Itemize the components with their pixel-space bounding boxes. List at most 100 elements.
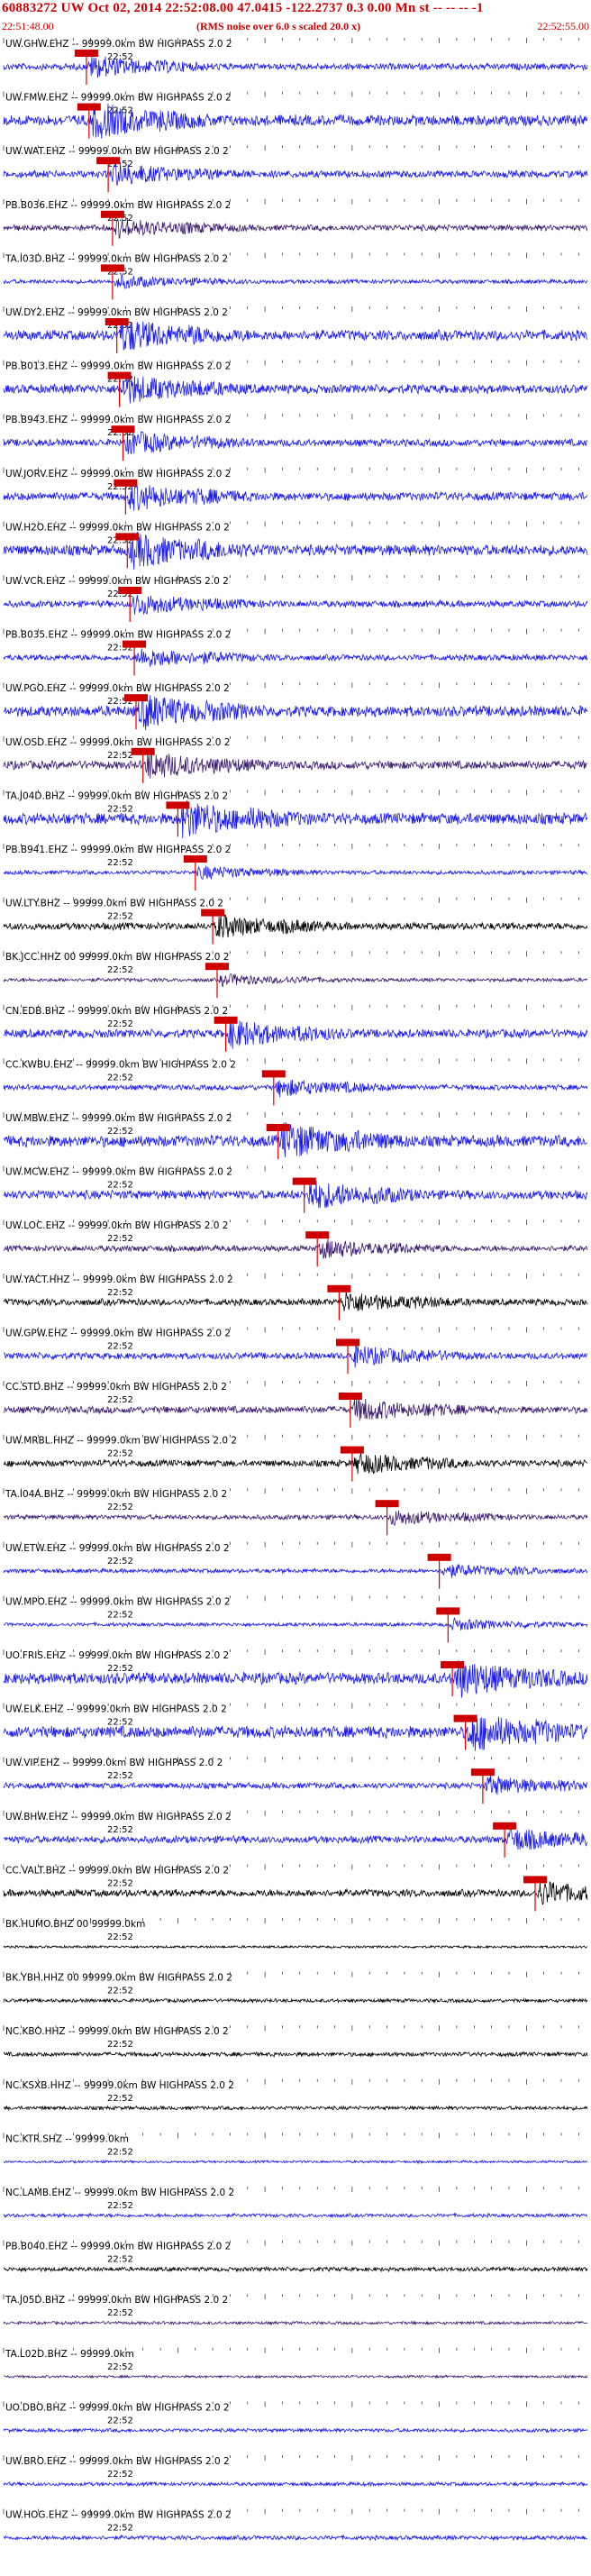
trace-row: TA.I03D.BHZ -- 99999.0km BW HIGHPASS 2.0… (3, 252, 588, 300)
minute-tick-label: 22:52 (107, 912, 133, 922)
trace-row: UW.DY2.EHZ -- 99999.0km BW HIGHPASS 2.0 … (3, 306, 588, 353)
trace-row: UO.DBO.BHZ -- 99999.0km BW HIGHPASS 2.0 … (3, 2401, 588, 2434)
trace-label: UW.GHW.EHZ -- 99999.0km BW HIGHPASS 2.0 … (5, 39, 232, 50)
trace-row: UW.PGO.EHZ -- 99999.0km BW HIGHPASS 2.0 … (3, 682, 588, 730)
waveform-line (3, 375, 588, 404)
trace-label: UW.OSD.EHZ -- 99999.0km BW HIGHPASS 2.0 … (5, 737, 230, 748)
minute-tick-label: 22:52 (107, 1019, 133, 1029)
trace-label: NC.KSXB.HHZ -- 99999.0km BW HIGHPASS 2.0… (5, 2080, 234, 2091)
waveform-line (3, 1079, 588, 1098)
seismogram-plot: UW.GHW.EHZ -- 99999.0km BW HIGHPASS 2.0 … (3, 38, 588, 2542)
trace-label: UW.PGO.EHZ -- 99999.0km BW HIGHPASS 2.0 … (5, 683, 230, 694)
trace-row: TA.I04A.BHZ -- 99999.0km BW HIGHPASS 2.0… (3, 1488, 588, 1536)
trace-label: BK.HUMO.BHZ 00 99999.0km (5, 1919, 145, 1930)
waveform-line (3, 1344, 588, 1368)
trace-row: PB.B013.EHZ -- 99999.0km BW HIGHPASS 2.0… (3, 360, 588, 407)
trace-label: UW.MPO.EHZ -- 99999.0km BW HIGHPASS 2.0 … (5, 1596, 231, 1607)
minute-tick-label: 22:52 (107, 2416, 133, 2425)
waveform-line (3, 799, 588, 838)
waveform-line (3, 2426, 588, 2434)
trace-row: UW.FMW.EHZ -- 99999.0km BW HIGHPASS 2.0 … (3, 91, 588, 139)
waveform-line (3, 431, 588, 455)
trace-label: UW.H2O.EHZ -- 99999.0km BW HIGHPASS 2.0 … (5, 522, 230, 533)
trace-label: PB.B040.EHZ -- 99999.0km BW HIGHPASS 2.0… (5, 2242, 231, 2252)
trace-row: TA.J05D.BHZ -- 99999.0km BW HIGHPASS 2.0… (3, 2294, 588, 2326)
waveform-line (3, 2051, 588, 2058)
minute-tick-label: 22:52 (107, 1127, 133, 1137)
minute-tick-label: 22:52 (107, 2524, 133, 2534)
minute-tick-label: 22:52 (107, 2255, 133, 2265)
minute-tick-label: 22:52 (107, 2094, 133, 2104)
minute-tick-label: 22:52 (107, 1073, 133, 1082)
trace-label: PB.B943.EHZ -- 99999.0km BW HIGHPASS 2.0… (5, 415, 231, 425)
trace-row: PB.B036.EHZ -- 99999.0km BW HIGHPASS 2.0… (3, 198, 588, 246)
trace-label: UW.LOC.EHZ -- 99999.0km BW HIGHPASS 2.0 … (5, 1220, 228, 1231)
waveform-line (3, 55, 588, 78)
trace-row: UW.BRO.EHZ -- 99999.0km BW HIGHPASS 2.0 … (3, 2455, 588, 2488)
waveform-line (3, 1397, 588, 1421)
trace-label: UO.DBO.BHZ -- 99999.0km BW HIGHPASS 2.0 … (5, 2402, 230, 2413)
trace-row: UW.MRBL.HHZ -- 99999.0km BW HIGHPASS 2.0… (3, 1434, 588, 1482)
minute-tick-label: 22:52 (107, 1449, 133, 1459)
trace-label: NC.LAMB.EHZ -- 99999.0km BW HIGHPASS 2.0… (5, 2188, 234, 2198)
trace-row: UW.LOC.EHZ -- 99999.0km BW HIGHPASS 2.0 … (3, 1219, 588, 1267)
waveform-line (3, 272, 588, 289)
trace-row: UW.H2O.EHZ -- 99999.0km BW HIGHPASS 2.0 … (3, 521, 588, 571)
trace-row: UW.ETW.EHZ -- 99999.0km BW HIGHPASS 2.0 … (3, 1541, 588, 1589)
minute-tick-label: 22:52 (107, 52, 133, 62)
minute-tick-label: 22:52 (107, 804, 133, 814)
trace-label: TA.L02D.BHZ -- 99999.0km (5, 2349, 134, 2360)
waveform-line (3, 2534, 588, 2542)
minute-tick-label: 22:52 (107, 965, 133, 975)
waveform-line (3, 2320, 588, 2326)
waveform-line (3, 2212, 588, 2219)
waveform-line (3, 1238, 588, 1259)
trace-row: PB.B040.EHZ -- 99999.0km BW HIGHPASS 2.0… (3, 2240, 588, 2273)
trace-row: UW.VCR.EHZ -- 99999.0km BW HIGHPASS 2.0 … (3, 575, 588, 622)
trace-row: NC.KSXB.HHZ -- 99999.0km BW HIGHPASS 2.0… (3, 2078, 588, 2112)
trace-row: BK.YBH.HHZ 00 99999.0km BW HIGHPASS 2.0 … (3, 1971, 588, 2005)
trace-label: NC.KTR.SHZ -- 99999.0km (5, 2133, 129, 2144)
waveform-line (3, 163, 588, 186)
trace-label: UW.BHW.EHZ -- 99999.0km BW HIGHPASS 2.0 … (5, 1812, 232, 1822)
trace-row: UW.OSD.EHZ -- 99999.0km BW HIGHPASS 2.0 … (3, 735, 587, 783)
waveform-line (3, 973, 588, 988)
minute-tick-label: 22:52 (107, 1718, 133, 1728)
trace-row: PB.B941.EHZ -- 99999.0km BW HIGHPASS 2.0… (3, 844, 588, 891)
trace-label: TA.I04A.BHZ -- 99999.0km BW HIGHPASS 2.0… (5, 1489, 227, 1500)
waveform-line (3, 1020, 588, 1049)
trace-label: UW.YACT.HHZ -- 99999.0km BW HIGHPASS 2.0… (5, 1274, 233, 1285)
waveform-line (3, 482, 588, 511)
waveform-line (3, 2480, 588, 2488)
minute-tick-label: 22:52 (107, 2147, 133, 2157)
trace-row: UW.HOG.EHZ -- 99999.0km BW HIGHPASS 2.0 … (3, 2508, 588, 2542)
minute-tick-label: 22:52 (107, 2040, 133, 2050)
minute-tick-label: 22:52 (107, 2362, 133, 2372)
trace-label: TA.J04D.BHZ -- 99999.0km BW HIGHPASS 2.0… (5, 790, 228, 801)
trace-row: CN.EDB.BHZ -- 99999.0km BW HIGHPASS 2.0 … (3, 1004, 588, 1052)
waveform-line (3, 2265, 588, 2273)
trace-row: UW.MBW.EHZ -- 99999.0km BW HIGHPASS 2.0 … (3, 1112, 588, 1159)
trace-row: UO.FRIS.EHZ -- 99999.0km BW HIGHPASS 2.0… (3, 1649, 588, 1698)
waveform-line (3, 1510, 588, 1526)
trace-row: UW.VIP.EHZ -- 99999.0km BW HIGHPASS 2.0 … (3, 1757, 588, 1804)
minute-tick-label: 22:52 (107, 2470, 133, 2480)
minute-tick-label: 22:52 (107, 1288, 133, 1298)
trace-label: PB.B013.EHZ -- 99999.0km BW HIGHPASS 2.0… (5, 361, 231, 372)
waveform-line (3, 217, 588, 239)
trace-row: UW.BHW.EHZ -- 99999.0km BW HIGHPASS 2.0 … (3, 1810, 588, 1858)
trace-row: UW.LTY.BHZ -- 99999.0km BW HIGHPASS 2.0 … (3, 897, 588, 945)
trace-label: PB.B035.EHZ -- 99999.0km BW HIGHPASS 2.0… (5, 630, 231, 641)
trace-row: UW.MPO.EHZ -- 99999.0km BW HIGHPASS 2.0 … (3, 1595, 588, 1643)
minute-tick-label: 22:52 (107, 1771, 133, 1781)
trace-row: TA.J04D.BHZ -- 99999.0km BW HIGHPASS 2.0… (3, 790, 588, 838)
waveform-line (3, 319, 588, 351)
minute-tick-label: 22:52 (107, 2308, 133, 2318)
trace-row: CC.STD.BHZ -- 99999.0km BW HIGHPASS 2.0 … (3, 1381, 588, 1428)
trace-label: PB.B036.EHZ -- 99999.0km BW HIGHPASS 2.0… (5, 200, 231, 211)
waveform-line (3, 2374, 588, 2380)
waveform-line (3, 753, 587, 779)
waveform-line (3, 1880, 588, 1905)
trace-label: UW.HOG.EHZ -- 99999.0km BW HIGHPASS 2.0 … (5, 2510, 232, 2521)
trace-row: UW.YACT.HHZ -- 99999.0km BW HIGHPASS 2.0… (3, 1273, 588, 1320)
